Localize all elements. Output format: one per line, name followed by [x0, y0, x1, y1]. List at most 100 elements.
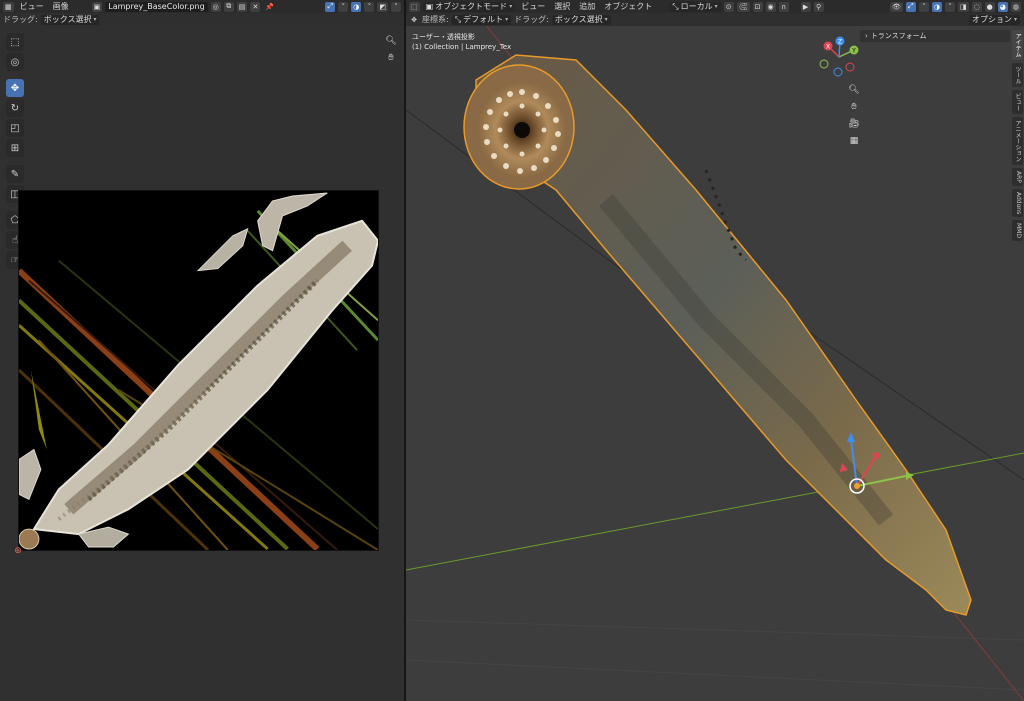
- proportional-edit-icon[interactable]: ◉: [765, 1, 776, 12]
- 3d-viewport[interactable]: ⬚ ▣ オブジェクトモード ▾ ビュー 選択 追加 オブジェクト ⤡ ローカル …: [406, 0, 1024, 701]
- chevron-down-icon: ▾: [509, 3, 513, 10]
- uv-editor-header: ▦ ビュー 画像 ▣ Lamprey_BaseColor.png ◎ ⧉ ▤ ✕…: [0, 0, 404, 13]
- xray-icon[interactable]: ◨: [957, 1, 969, 12]
- 3d-editor-type-icon[interactable]: ⬚: [409, 1, 420, 12]
- fake-user-icon[interactable]: ◎: [210, 1, 221, 12]
- viewport-gizmo-toggle-icon[interactable]: ⤢: [905, 1, 916, 12]
- unlink-image-icon[interactable]: ✕: [250, 1, 261, 12]
- zoom-icon[interactable]: 🔍︎: [383, 33, 399, 49]
- orientation-icon: ⤡: [672, 1, 679, 11]
- mode-value: オブジェクトモード: [435, 2, 508, 11]
- mode-dropdown[interactable]: ▣ オブジェクトモード ▾: [422, 1, 516, 12]
- duplicate-image-icon[interactable]: ⧉: [223, 1, 234, 12]
- coord-dropdown[interactable]: ⤡ デフォルト ▾: [451, 14, 512, 25]
- play-icon[interactable]: ▶: [800, 1, 811, 12]
- tab-mmd[interactable]: MMD: [1012, 220, 1023, 242]
- menu-view[interactable]: ビュー: [518, 1, 548, 12]
- move-icon[interactable]: ✥: [6, 79, 24, 97]
- drag-mode-dropdown[interactable]: ボックス選択 ▾: [551, 14, 611, 25]
- drag-mode-value: ボックス選択: [43, 15, 92, 24]
- image-name-field[interactable]: Lamprey_BaseColor.png: [105, 1, 208, 12]
- move-tool-icon[interactable]: ✥: [409, 15, 419, 25]
- drag-mode-value: ボックス選択: [554, 15, 603, 24]
- menu-image[interactable]: 画像: [50, 1, 72, 12]
- snap-icon[interactable]: 🧲︎: [736, 1, 750, 12]
- menu-select[interactable]: 選択: [551, 1, 573, 12]
- chevron-down-icon: ▾: [714, 3, 718, 10]
- gizmo-z-label: Z: [838, 39, 842, 46]
- menu-add[interactable]: 追加: [576, 1, 598, 12]
- chevron-down-icon: ▾: [604, 16, 608, 23]
- zoom-icon[interactable]: 🔍︎: [846, 82, 862, 98]
- transform-panel-title: トランスフォーム: [870, 32, 927, 40]
- shading-wireframe-icon[interactable]: ◌: [971, 1, 982, 12]
- channels-dropdown-icon[interactable]: ˅: [391, 1, 401, 12]
- options-dropdown[interactable]: オプション ▾: [968, 14, 1020, 25]
- open-image-icon[interactable]: ▤: [236, 1, 248, 12]
- uv-texture-canvas[interactable]: [18, 190, 379, 551]
- menu-view[interactable]: ビュー: [17, 1, 47, 12]
- transform-icon[interactable]: ⊞: [6, 139, 24, 157]
- pin-icon[interactable]: 📌: [263, 2, 276, 12]
- active-collection: (1) Collection | Lamprey_Tex: [412, 43, 512, 51]
- 2d-cursor-icon[interactable]: ⊕: [10, 543, 26, 559]
- perspective-grid-icon[interactable]: ▦: [846, 133, 862, 149]
- tab-item[interactable]: アイテム: [1012, 30, 1023, 60]
- transform-panel-header[interactable]: › トランスフォーム: [860, 30, 1010, 42]
- overlay-dropdown-icon[interactable]: ˅: [364, 1, 375, 12]
- keying-icon[interactable]: ⚲: [813, 1, 824, 12]
- drag-mode-dropdown[interactable]: ボックス選択 ▾: [40, 14, 100, 25]
- gizmo-dropdown-icon[interactable]: ˅: [338, 1, 349, 12]
- sidebar-tabs: アイテム ツール ビュー アニメーション ARP Addons MMD: [1012, 30, 1023, 242]
- transform-orientation-dropdown[interactable]: ⤡ ローカル ▾: [669, 1, 721, 12]
- pan-hand-icon[interactable]: ✋︎: [383, 50, 399, 66]
- cursor-icon[interactable]: ◎: [6, 53, 24, 71]
- shading-rendered-icon[interactable]: ◍: [1010, 1, 1021, 12]
- annotate-icon[interactable]: ✎: [6, 165, 24, 183]
- coord-value: デフォルト: [463, 15, 504, 24]
- viewport-overlay-toggle-icon[interactable]: ◑: [931, 1, 942, 12]
- axis-navigation-gizmo[interactable]: X Y Z: [818, 36, 860, 78]
- drag-label: ドラッグ:: [3, 15, 38, 24]
- pivot-point-icon[interactable]: ⊙: [723, 1, 734, 12]
- chevron-right-icon: ›: [865, 32, 868, 40]
- overlay-toggle-icon[interactable]: ◑: [351, 1, 362, 12]
- tab-view[interactable]: ビュー: [1012, 90, 1023, 114]
- coord-icon: ⤡: [454, 14, 462, 24]
- snap-target-icon[interactable]: ⊡: [752, 1, 763, 12]
- orientation-value: ローカル: [680, 2, 713, 11]
- tab-arp[interactable]: ARP: [1012, 168, 1023, 186]
- image-editor-icon[interactable]: ▦: [3, 1, 14, 12]
- options-label: オプション: [971, 15, 1012, 24]
- view-name: ユーザー・透視投影: [412, 33, 475, 41]
- uv-editor: ▦ ビュー 画像 ▣ Lamprey_BaseColor.png ◎ ⧉ ▤ ✕…: [0, 0, 404, 701]
- visibility-icon[interactable]: 👁︎: [889, 1, 903, 12]
- image-browse-icon[interactable]: ▣: [91, 1, 103, 12]
- menu-object[interactable]: オブジェクト: [601, 1, 655, 12]
- viewport-tool-settings: ✥ 座標系: ⤡ デフォルト ▾ ドラッグ: ボックス選択 ▾ オプション ▾: [406, 13, 1024, 26]
- viewport-header: ⬚ ▣ オブジェクトモード ▾ ビュー 選択 追加 オブジェクト ⤡ ローカル …: [406, 0, 1024, 13]
- rotate-icon[interactable]: ↻: [6, 99, 24, 117]
- gizmo-y-label: Y: [851, 48, 856, 55]
- tab-animation[interactable]: アニメーション: [1012, 117, 1023, 165]
- texture-image: [19, 192, 378, 550]
- chevron-down-icon: ▾: [505, 16, 509, 23]
- chevron-down-icon: ▾: [1013, 16, 1017, 23]
- tab-addons[interactable]: Addons: [1012, 188, 1023, 218]
- viewport-nav-buttons: 🔍︎ ✋︎ 🎥︎ ▦: [846, 82, 862, 149]
- gizmo-x-label: X: [826, 44, 830, 51]
- chevron-down-icon: ▾: [93, 16, 97, 23]
- display-channels-icon[interactable]: ◩: [377, 1, 388, 12]
- gizmo-toggle-icon[interactable]: ⤢: [325, 1, 336, 12]
- falloff-icon[interactable]: ∩: [778, 1, 789, 12]
- pan-hand-icon[interactable]: ✋︎: [846, 99, 862, 115]
- shading-material-icon[interactable]: ◕: [997, 1, 1008, 12]
- camera-icon[interactable]: 🎥︎: [846, 116, 862, 132]
- shading-solid-icon[interactable]: ●: [984, 1, 995, 12]
- select-box-icon[interactable]: ⬚: [6, 33, 24, 51]
- coord-label: 座標系:: [422, 15, 449, 24]
- gizmo-dropdown-icon[interactable]: ˅: [918, 1, 929, 12]
- scale-icon[interactable]: ◰: [6, 119, 24, 137]
- tab-tool[interactable]: ツール: [1012, 63, 1023, 87]
- overlay-dropdown-icon[interactable]: ˅: [944, 1, 955, 12]
